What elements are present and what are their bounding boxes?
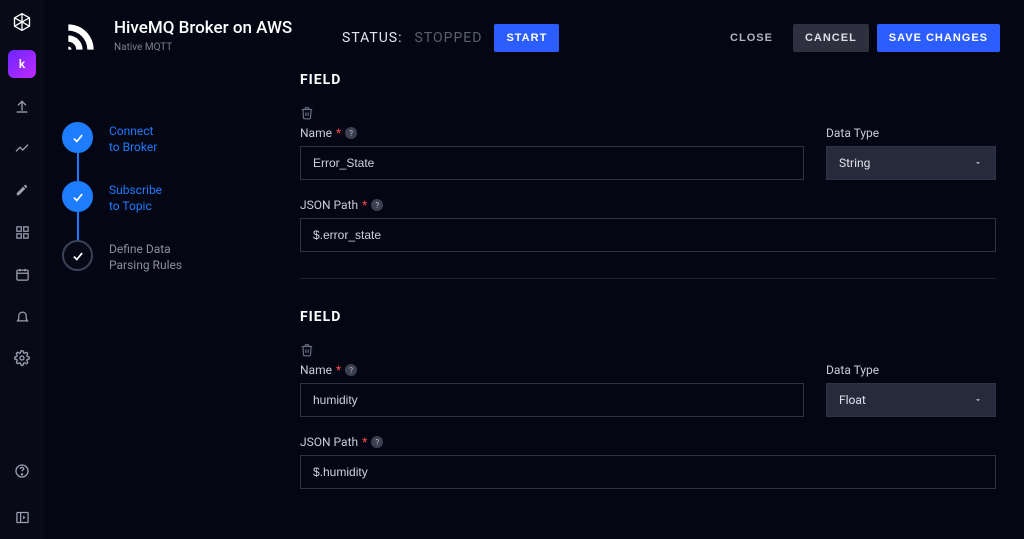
help-icon[interactable]: ? xyxy=(371,436,383,448)
nav-gear-icon[interactable] xyxy=(8,344,36,372)
delete-field-icon[interactable] xyxy=(300,343,314,357)
jsonpath-input[interactable] xyxy=(300,455,996,489)
field-section-title: FIELD xyxy=(300,72,996,88)
chevron-down-icon xyxy=(973,158,983,168)
nav-connections-icon[interactable]: k xyxy=(8,50,36,78)
name-input[interactable] xyxy=(300,383,804,417)
nav-edit-icon[interactable] xyxy=(8,176,36,204)
broker-rss-icon xyxy=(62,18,102,58)
page-title: HiveMQ Broker on AWS xyxy=(114,18,292,38)
nav-grid-icon[interactable] xyxy=(8,218,36,246)
step-subscribe-topic[interactable]: Subscribeto Topic xyxy=(62,181,300,240)
jsonpath-input[interactable] xyxy=(300,218,996,252)
datatype-select[interactable]: String xyxy=(826,146,996,180)
datatype-label: Data Type xyxy=(826,363,996,377)
help-icon[interactable]: ? xyxy=(345,364,357,376)
nav-panel-icon[interactable] xyxy=(8,503,36,531)
step-parsing-rules[interactable]: Define DataParsing Rules xyxy=(62,240,300,299)
cancel-button[interactable]: CANCEL xyxy=(793,24,869,52)
datatype-select[interactable]: Float xyxy=(826,383,996,417)
nav-bell-icon[interactable] xyxy=(8,302,36,330)
delete-field-icon[interactable] xyxy=(300,106,314,120)
field-section-title: FIELD xyxy=(300,309,996,325)
nav-help-icon[interactable] xyxy=(8,457,36,485)
nav-calendar-icon[interactable] xyxy=(8,260,36,288)
name-label: Name*? xyxy=(300,363,804,377)
jsonpath-label: JSON Path*? xyxy=(300,198,996,212)
close-button[interactable]: CLOSE xyxy=(718,24,785,52)
wizard-stepper: Connectto Broker Subscribeto Topic Defin… xyxy=(44,58,300,539)
nav-upload-icon[interactable] xyxy=(8,92,36,120)
help-icon[interactable]: ? xyxy=(371,199,383,211)
help-icon[interactable]: ? xyxy=(345,127,357,139)
save-changes-button[interactable]: SAVE CHANGES xyxy=(877,24,1000,52)
chevron-down-icon xyxy=(973,395,983,405)
jsonpath-label: JSON Path*? xyxy=(300,435,996,449)
name-input[interactable] xyxy=(300,146,804,180)
nav-chart-icon[interactable] xyxy=(8,134,36,162)
step-connect-broker[interactable]: Connectto Broker xyxy=(62,122,300,181)
app-logo-icon[interactable] xyxy=(8,8,36,36)
datatype-label: Data Type xyxy=(826,126,996,140)
page-subtitle: Native MQTT xyxy=(114,42,292,53)
name-label: Name*? xyxy=(300,126,804,140)
start-button[interactable]: START xyxy=(494,24,559,52)
status-value: STOPPED xyxy=(415,30,483,46)
status-label: STATUS: xyxy=(342,30,403,46)
field-divider xyxy=(300,278,996,279)
